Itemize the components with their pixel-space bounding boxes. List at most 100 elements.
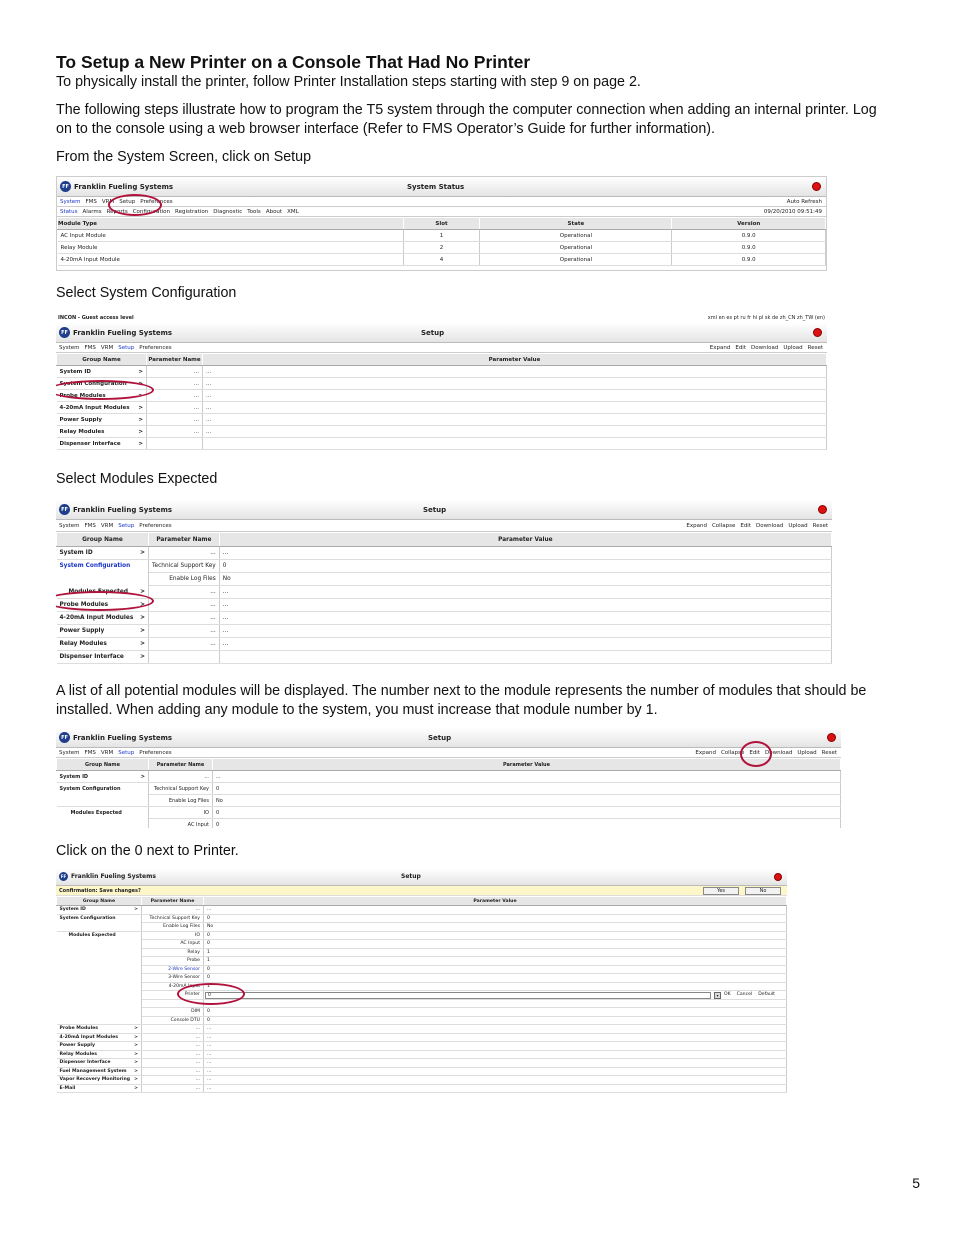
- subnav-registration[interactable]: Registration: [175, 209, 208, 215]
- reset-link[interactable]: Reset: [808, 345, 823, 351]
- table-row[interactable]: Fuel Management System >......: [56, 1067, 787, 1076]
- expand-link[interactable]: Expand: [710, 345, 731, 351]
- nav-fms[interactable]: FMS: [85, 523, 96, 529]
- table-row[interactable]: System Configuration Technical Support Ke…: [56, 559, 832, 573]
- table-row[interactable]: Power Supply >......: [56, 413, 827, 426]
- status-indicator-icon: [774, 873, 782, 881]
- brand-logo: FF Franklin Fueling Systems: [59, 504, 172, 515]
- nav-system[interactable]: System: [59, 523, 80, 529]
- main-nav: System FMS VRM Setup Preferences Expand …: [56, 520, 832, 532]
- auto-refresh-link[interactable]: Auto Refresh: [787, 199, 822, 205]
- table-row[interactable]: Dispenser Interface >: [56, 650, 832, 664]
- nav-setup[interactable]: Setup: [118, 345, 134, 351]
- nav-vrm[interactable]: VRM: [101, 345, 113, 351]
- ok-link[interactable]: OK: [724, 992, 731, 997]
- page-heading: To Setup a New Printer on a Console That…: [56, 52, 531, 72]
- nav-preferences[interactable]: Preferences: [139, 523, 171, 529]
- nav-vrm[interactable]: VRM: [101, 750, 113, 756]
- table-row[interactable]: 4-20mA Input Modules >......: [56, 611, 832, 625]
- language-links[interactable]: xml en es pt ru fr hi pl sk de zh_CN zh_…: [708, 315, 825, 321]
- instructions-paragraph: The following steps illustrate how to pr…: [56, 102, 877, 137]
- highlight-circle: [108, 194, 162, 216]
- edit-link[interactable]: Edit: [735, 345, 746, 351]
- nav-preferences[interactable]: Preferences: [139, 750, 171, 756]
- reset-link[interactable]: Reset: [822, 750, 837, 756]
- cancel-link[interactable]: Cancel: [737, 992, 753, 997]
- yes-button[interactable]: Yes: [703, 887, 739, 895]
- nav-fms[interactable]: FMS: [85, 345, 96, 351]
- table-row[interactable]: Dispenser Interface >......: [56, 1058, 787, 1068]
- table-row[interactable]: System Configuration Technical Support Ke…: [56, 782, 841, 795]
- table-row[interactable]: Modules Expected >......: [56, 585, 832, 599]
- expand-link[interactable]: Expand: [695, 750, 716, 756]
- reset-link[interactable]: Reset: [813, 523, 828, 529]
- upload-link[interactable]: Upload: [797, 750, 816, 756]
- table-row[interactable]: Probe Modules >......: [56, 1024, 787, 1034]
- franklin-logo-icon: FF: [59, 504, 70, 515]
- nav-setup[interactable]: Setup: [118, 750, 134, 756]
- timestamp: 09/20/2010 09:51:49: [763, 208, 822, 215]
- nav-preferences[interactable]: Preferences: [139, 345, 171, 351]
- table-row[interactable]: Probe Modules >......: [56, 598, 832, 612]
- nav-fms[interactable]: FMS: [86, 199, 97, 205]
- page-title: Setup: [421, 329, 445, 337]
- table-row[interactable]: 4-20mA Input Modules >......: [56, 401, 827, 414]
- access-level-label: INCON - Guest access level: [58, 315, 134, 321]
- table-row[interactable]: Probe Modules >......: [56, 389, 827, 402]
- table-row[interactable]: Power Supply >......: [56, 1041, 787, 1051]
- subnav-status[interactable]: Status: [60, 209, 78, 215]
- subnav-xml[interactable]: XML: [287, 209, 299, 215]
- upload-link[interactable]: Upload: [783, 345, 802, 351]
- table-row[interactable]: Dispenser Interface >: [56, 437, 827, 450]
- brand-logo: FF Franklin Fueling Systems: [59, 327, 172, 338]
- table-row[interactable]: Modules Expected IO 0: [56, 806, 841, 819]
- upload-link[interactable]: Upload: [788, 523, 807, 529]
- franklin-logo-icon: FF: [59, 327, 70, 338]
- table-row[interactable]: System ID >......: [56, 546, 832, 560]
- table-row[interactable]: System Configuration >......: [56, 377, 827, 390]
- table-row[interactable]: Vapor Recovery Monitoring >......: [56, 1075, 787, 1085]
- subnav-tools[interactable]: Tools: [247, 209, 261, 215]
- table-row[interactable]: System ID >......: [56, 770, 841, 783]
- table-row[interactable]: Relay Modules >......: [56, 1050, 787, 1059]
- nav-system[interactable]: System: [59, 345, 80, 351]
- table-row[interactable]: Relay Modules >......: [56, 425, 827, 438]
- table-row[interactable]: System Configuration Technical Support Ke…: [56, 914, 787, 923]
- printer-row[interactable]: Printer 0 ▾ OK Cancel Default: [56, 990, 787, 1000]
- nav-system[interactable]: System: [59, 750, 80, 756]
- collapse-link[interactable]: Collapse: [712, 523, 735, 529]
- nav-setup[interactable]: Setup: [118, 523, 134, 529]
- dropdown-arrow-icon[interactable]: ▾: [714, 992, 721, 999]
- table-row[interactable]: System ID >......: [56, 365, 827, 378]
- header-bar: FF Franklin Fueling Systems Setup: [56, 728, 841, 748]
- expand-link[interactable]: Expand: [686, 523, 707, 529]
- subnav-alarms[interactable]: Alarms: [83, 209, 102, 215]
- subnav-about[interactable]: About: [266, 209, 282, 215]
- nav-vrm[interactable]: VRM: [101, 523, 113, 529]
- no-button[interactable]: No: [745, 887, 781, 895]
- step-1-text: From the System Screen, click on Setup: [56, 149, 312, 165]
- table-row[interactable]: Relay Modules >......: [56, 637, 832, 651]
- download-link[interactable]: Download: [751, 345, 778, 351]
- confirmation-bar: Confirmation: Save changes? Yes No: [56, 886, 787, 896]
- nav-fms[interactable]: FMS: [85, 750, 96, 756]
- table-row: Relay Module 2 Operational 0.9.0: [57, 241, 826, 254]
- edit-link[interactable]: Edit: [740, 523, 751, 529]
- setup-screenshot-1: INCON - Guest access level xml en es pt …: [56, 313, 827, 458]
- table-row[interactable]: E-Mail >......: [56, 1084, 787, 1093]
- status-indicator-icon: [818, 505, 827, 514]
- printer-value-field[interactable]: 0: [205, 992, 711, 999]
- step-3-text: Select Modules Expected: [56, 471, 218, 487]
- table-row[interactable]: Power Supply >......: [56, 624, 832, 638]
- brand-logo: FF Franklin Fueling Systems: [59, 732, 172, 743]
- table-row[interactable]: System ID >......: [56, 905, 787, 915]
- subnav-diagnostic[interactable]: Diagnostic: [213, 209, 242, 215]
- download-link[interactable]: Download: [756, 523, 783, 529]
- page-title: Setup: [423, 506, 447, 514]
- highlight-circle: [177, 983, 245, 1005]
- default-link[interactable]: Default: [758, 992, 775, 997]
- status-indicator-icon: [813, 328, 822, 337]
- module-table: Module Type Slot State Version AC Input Mod…: [57, 217, 826, 266]
- nav-system[interactable]: System: [60, 199, 81, 205]
- table-row[interactable]: 4-20mA Input Modules >......: [56, 1033, 787, 1042]
